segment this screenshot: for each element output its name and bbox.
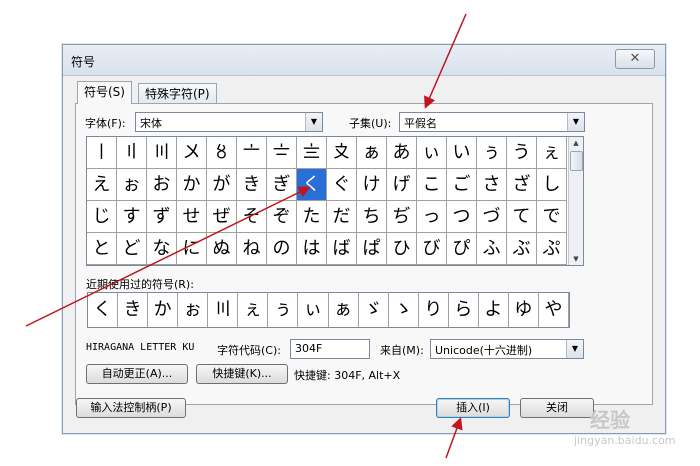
- arrow-to-insert: [445, 417, 463, 459]
- tab-symbols[interactable]: 符号(S): [77, 81, 132, 104]
- arrow-to-selected-char: [25, 186, 311, 327]
- watermark-url: jingyan.baidu.com: [574, 434, 676, 447]
- annotation-arrows: [25, 13, 467, 459]
- watermark-text: 经验: [590, 408, 630, 432]
- arrow-to-subset: [424, 13, 467, 109]
